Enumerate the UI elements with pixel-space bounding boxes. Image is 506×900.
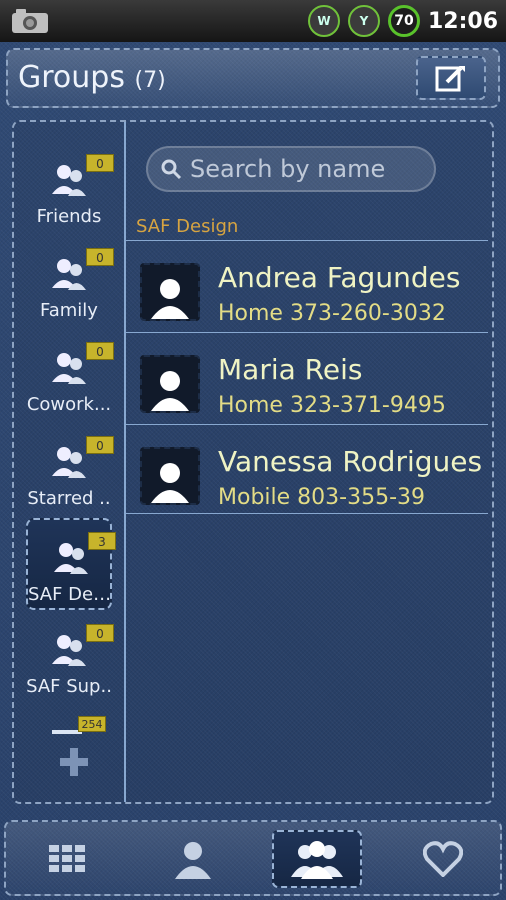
group-icon (52, 353, 86, 384)
search-icon (161, 159, 182, 180)
all-badge: 254 (78, 716, 106, 732)
group-count: (7) (134, 68, 166, 93)
bottom-tab-bar (4, 820, 502, 896)
person-icon (151, 279, 189, 319)
group-label: SAF Des... (28, 584, 114, 605)
compose-button[interactable] (416, 56, 486, 100)
dialpad-icon (49, 845, 85, 872)
group-icon (52, 447, 86, 478)
contact-name: Maria Reis (218, 353, 363, 386)
contact-phone: Home 323-371-9495 (218, 393, 446, 418)
avatar (140, 263, 200, 321)
page-title-text: Groups (18, 60, 125, 95)
contact-icon (175, 842, 211, 879)
contact-name: Andrea Fagundes (218, 261, 461, 294)
person-icon (151, 371, 189, 411)
group-section-title: SAF Design (136, 216, 239, 237)
group-label: Family (40, 300, 98, 321)
battery-level: 70 (394, 13, 414, 29)
status-bar: W Y 70 12:06 (0, 0, 506, 42)
contact-phone: Home 373-260-3032 (218, 301, 446, 326)
group-label: Starred .. (27, 488, 111, 509)
battery-icon: 70 (387, 5, 420, 37)
tab-contacts[interactable] (148, 830, 238, 888)
antenna-icon: Y (347, 5, 380, 37)
group-badge: 0 (86, 154, 114, 172)
compose-icon (435, 66, 465, 92)
plus-icon[interactable] (58, 746, 90, 778)
main-panel: 0 Friends 0 Family 0 Cowork... 0 Starred… (12, 120, 494, 804)
group-badge: 3 (88, 532, 116, 550)
tab-groups[interactable] (272, 830, 362, 888)
tab-favorites[interactable] (398, 830, 488, 888)
wifi-icon: W (307, 5, 340, 37)
contact-phone: Mobile 803-355-39 (218, 485, 426, 510)
sidebar-item-starred[interactable]: 0 Starred .. (26, 424, 114, 516)
contact-row[interactable]: Vanessa Rodrigues Mobile 803-355-39 (126, 424, 488, 514)
contact-row[interactable]: Andrea Fagundes Home 373-260-3032 (126, 240, 488, 330)
camera-icon (12, 9, 48, 33)
group-label: SAF Sup.. (26, 676, 112, 697)
group-badge: 0 (86, 436, 114, 454)
groups-icon (291, 841, 343, 879)
contacts-panel: SAF Design Andrea Fagundes Home 373-260-… (126, 122, 492, 802)
contact-name: Vanessa Rodrigues (218, 445, 483, 478)
person-icon (151, 463, 189, 503)
sidebar-item-coworkers[interactable]: 0 Cowork... (26, 330, 114, 422)
avatar (140, 447, 200, 505)
sidebar-item-all[interactable]: 254 (52, 716, 106, 740)
sidebar-item-family[interactable]: 0 Family (26, 236, 114, 328)
group-icon (54, 543, 88, 574)
groups-sidebar: 0 Friends 0 Family 0 Cowork... 0 Starred… (14, 122, 126, 802)
group-badge: 0 (86, 342, 114, 360)
sidebar-item-friends[interactable]: 0 Friends (26, 142, 114, 234)
sidebar-item-saf-design[interactable]: 3 SAF Des... (26, 518, 116, 610)
page-title: Groups (7) (18, 60, 166, 95)
favorites-icon (423, 841, 463, 877)
group-label: Cowork... (26, 394, 112, 415)
group-label: Friends (36, 206, 102, 227)
contact-row[interactable]: Maria Reis Home 323-371-9495 (126, 332, 488, 422)
group-icon (52, 259, 86, 290)
clock: 12:06 (427, 8, 498, 34)
title-bar: Groups (7) (6, 48, 500, 108)
group-icon (52, 165, 86, 196)
avatar (140, 355, 200, 413)
search-box[interactable] (146, 146, 436, 192)
group-icon (52, 635, 86, 666)
group-badge: 0 (86, 624, 114, 642)
tab-dialpad[interactable] (22, 830, 112, 888)
sidebar-item-saf-support[interactable]: 0 SAF Sup.. (26, 612, 114, 704)
search-input[interactable] (188, 154, 432, 184)
group-badge: 0 (86, 248, 114, 266)
